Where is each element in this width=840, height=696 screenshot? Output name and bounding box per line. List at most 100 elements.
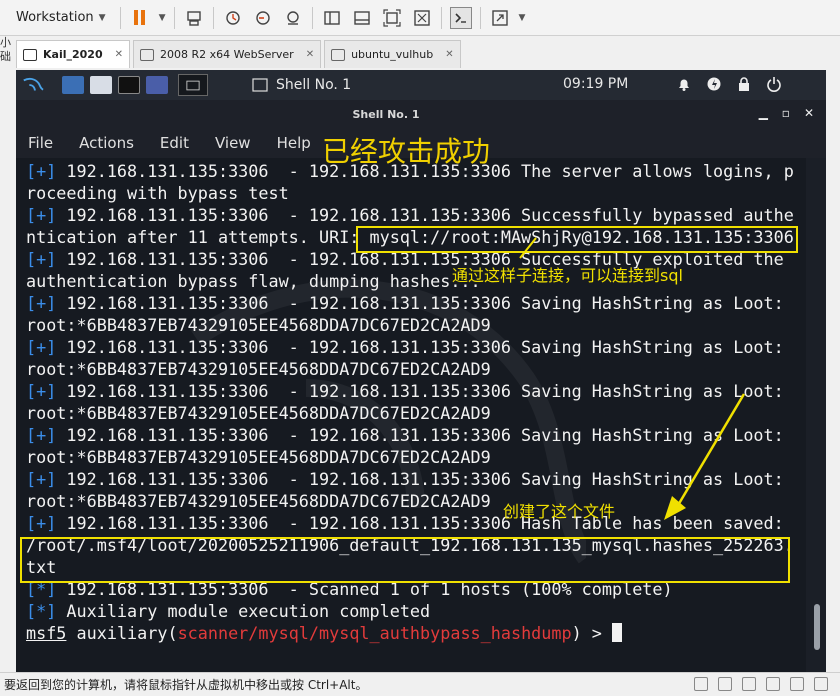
panel-clock[interactable]: 09:19 PM [563, 76, 628, 92]
close-icon[interactable]: ✕ [804, 106, 814, 120]
close-icon[interactable]: ✕ [445, 49, 453, 60]
tab-label: Kail_2020 [43, 48, 103, 61]
toolbar-divider [173, 6, 175, 29]
text-cursor [612, 623, 623, 642]
hard-disk-icon[interactable] [694, 677, 708, 691]
lock-screen-icon[interactable] [736, 76, 752, 92]
send-keys-icon[interactable] [183, 7, 205, 29]
terminal-line: root:*6BB4837EB74329105EE4568DDA7DC67ED2… [26, 314, 794, 336]
show-desktop-icon[interactable] [62, 76, 84, 94]
annotation-connect-note: 通过这样子连接，可以连接到sql [452, 266, 683, 285]
usb-icon[interactable] [766, 677, 780, 691]
tab-kail-2020[interactable]: Kail_2020 ✕ [16, 40, 130, 68]
terminal-line: [+] 192.168.131.135:3306 - 192.168.131.1… [26, 424, 794, 446]
workstation-menu[interactable]: Workstation ▼ [10, 7, 112, 28]
network-adapter-icon[interactable] [742, 677, 756, 691]
terminal-line: [+] 192.168.131.135:3306 - 192.168.131.1… [26, 468, 794, 490]
fit-icon[interactable] [381, 7, 403, 29]
menu-file[interactable]: File [28, 134, 53, 152]
workstation-menu-label: Workstation [16, 10, 94, 25]
line-text: root:*6BB4837EB74329105EE4568DDA7DC67ED2… [26, 403, 491, 423]
prompt-suffix: ) > [571, 623, 613, 643]
cd-drive-icon[interactable] [718, 677, 732, 691]
window-controls: ▁ ▫ ✕ [759, 106, 814, 120]
menu-help[interactable]: Help [277, 134, 311, 152]
fullscreen-icon[interactable] [489, 7, 511, 29]
power-icon[interactable] [766, 76, 782, 92]
tab-label: ubuntu_vulhub [351, 48, 434, 61]
terminal-title: Shell No. 1 [352, 108, 420, 121]
side-strip-char: 小 [0, 36, 11, 49]
line-text: root:*6BB4837EB74329105EE4568DDA7DC67ED2… [26, 447, 491, 467]
kali-menu-icon[interactable] [20, 72, 46, 98]
status-prefix: [+] [26, 425, 57, 445]
panel-launchers [62, 76, 168, 94]
file-manager-icon[interactable] [90, 76, 112, 94]
terminal-scrollbar[interactable] [806, 158, 826, 672]
display-icon[interactable] [814, 677, 828, 691]
line-text: roceeding with bypass test [26, 183, 289, 203]
terminal-line: [*] Auxiliary module execution completed [26, 600, 794, 622]
terminal-line: [+] 192.168.131.135:3306 - 192.168.131.1… [26, 512, 794, 534]
prompt-name: msf5 [26, 623, 67, 643]
snapshot-manager-icon[interactable] [282, 7, 304, 29]
unity-icon[interactable] [411, 7, 433, 29]
menu-view[interactable]: View [215, 134, 251, 152]
tab-ubuntu-vulhub[interactable]: ubuntu_vulhub ✕ [324, 40, 461, 68]
maximize-icon[interactable]: ▫ [782, 106, 790, 120]
terminal-line: roceeding with bypass test [26, 182, 794, 204]
toolbar-divider [440, 6, 442, 29]
line-text: 192.168.131.135:3306 - 192.168.131.135:3… [56, 513, 784, 533]
notification-bell-icon[interactable] [676, 76, 692, 92]
terminal-line: root:*6BB4837EB74329105EE4568DDA7DC67ED2… [26, 358, 794, 380]
toolbar-divider [479, 6, 481, 29]
terminal-titlebar[interactable]: Shell No. 1 ▁ ▫ ✕ [16, 100, 826, 128]
browser-icon[interactable] [146, 76, 168, 94]
line-text: authentication bypass flaw, dumping hash… [26, 271, 481, 291]
minimize-icon[interactable]: ▁ [759, 106, 768, 120]
vm-icon [331, 48, 346, 61]
toolbar-divider [212, 6, 214, 29]
terminal-line: root:*6BB4837EB74329105EE4568DDA7DC67ED2… [26, 490, 794, 512]
scrollbar-thumb[interactable] [814, 604, 820, 650]
taskbar-shell-item[interactable]: Shell No. 1 [252, 77, 502, 93]
annotation-title: 已经攻击成功 [322, 135, 491, 168]
vm-tab-bar: Kail_2020 ✕ 2008 R2 x64 WebServer ✕ ubun… [16, 40, 461, 70]
xfce-panel: Shell No. 1 09:19 PM [16, 70, 826, 100]
status-prefix: [*] [26, 601, 57, 621]
line-text: root:*6BB4837EB74329105EE4568DDA7DC67ED2… [26, 491, 491, 511]
line-text: 192.168.131.135:3306 - 192.168.131.135:3… [56, 469, 784, 489]
close-icon[interactable]: ✕ [306, 49, 314, 60]
line-text: 192.168.131.135:3306 - 192.168.131.135:3… [56, 337, 784, 357]
snapshot-icon[interactable] [222, 7, 244, 29]
chevron-down-icon[interactable]: ▼ [519, 13, 526, 23]
vmware-window: Workstation ▼ ▼ ▼ 小 础 Kail_2020 ✕ 2008 R… [0, 0, 840, 696]
line-text: Auxiliary module execution completed [56, 601, 431, 621]
status-prefix: [+] [26, 249, 57, 269]
tab-label: 2008 R2 x64 WebServer [160, 48, 294, 61]
chevron-down-icon[interactable]: ▼ [159, 13, 166, 23]
toolbar-divider [119, 6, 121, 29]
vm-icon [23, 48, 37, 61]
terminal-window-icon [252, 78, 268, 92]
terminal-launcher-icon[interactable] [118, 76, 140, 94]
power-manager-icon[interactable] [706, 76, 722, 92]
console-icon[interactable] [449, 6, 472, 29]
workspace-switcher[interactable] [178, 74, 208, 96]
library-icon[interactable] [351, 7, 373, 29]
pause-icon[interactable] [129, 7, 151, 29]
side-strip-char: 础 [0, 50, 11, 63]
line-text: 192.168.131.135:3306 - 192.168.131.135:3… [56, 381, 784, 401]
device-status-icons [694, 677, 828, 691]
status-prefix: [+] [26, 337, 57, 357]
close-icon[interactable]: ✕ [115, 49, 123, 60]
menu-edit[interactable]: Edit [160, 134, 189, 152]
annotation-box-uri [356, 226, 798, 253]
revert-snapshot-icon[interactable] [252, 7, 274, 29]
msf-prompt[interactable]: msf5 auxiliary(scanner/mysql/mysql_authb… [26, 622, 794, 644]
sound-icon[interactable] [790, 677, 804, 691]
sidebar-icon[interactable] [321, 7, 343, 29]
menu-actions[interactable]: Actions [79, 134, 134, 152]
tab-2008-r2-webserver[interactable]: 2008 R2 x64 WebServer ✕ [133, 40, 322, 68]
terminal-line: root:*6BB4837EB74329105EE4568DDA7DC67ED2… [26, 402, 794, 424]
